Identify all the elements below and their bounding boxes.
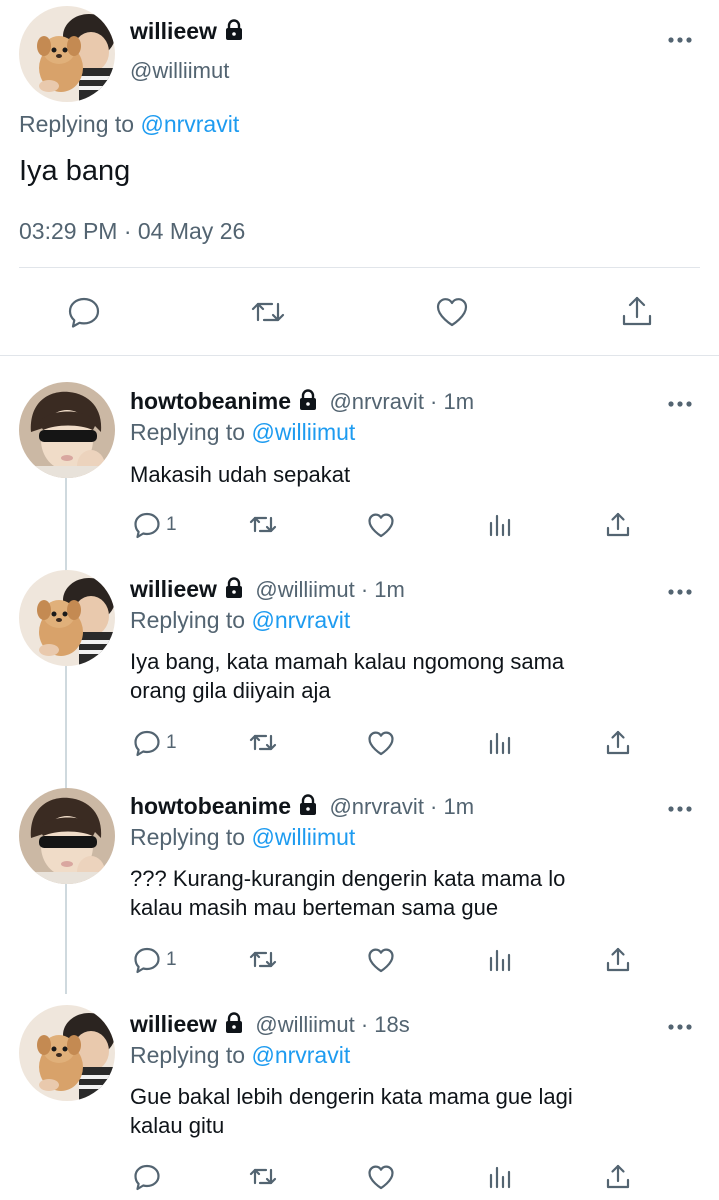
replying-handle-link[interactable]: @nrvravit (140, 111, 239, 137)
replying-to: Replying to @williimut (130, 419, 355, 446)
reply-text: ??? Kurang-kurangin dengerin kata mama l… (130, 864, 565, 922)
replying-label: Replying to (19, 111, 135, 137)
display-name[interactable]: howtobeanime (130, 793, 291, 819)
avatar-willieew[interactable] (19, 6, 115, 102)
retweet-icon[interactable] (248, 1162, 278, 1197)
like-icon[interactable] (366, 510, 396, 545)
reply-text-line: kalau masih mau berteman sama gue (130, 895, 499, 920)
more-icon[interactable] (668, 801, 692, 819)
replying-handle-link[interactable]: @nrvravit (251, 1042, 350, 1068)
retweet-icon[interactable] (248, 945, 278, 980)
reply-header: willieew @williimut · 1m (130, 576, 405, 604)
handle-time[interactable]: @nrvravit · 1m (329, 389, 474, 414)
divider (19, 267, 700, 268)
more-icon[interactable] (668, 1019, 692, 1037)
like-icon[interactable] (366, 1162, 396, 1197)
reply-count: 1 (166, 949, 177, 970)
handle[interactable]: @williimut (130, 58, 229, 84)
reply-text-line: ??? Kurang-kurangin dengerin kata mama l… (130, 866, 566, 891)
views-icon[interactable] (485, 1162, 515, 1197)
avatar-willieew[interactable] (19, 1005, 115, 1101)
display-name-text[interactable]: willieew (130, 18, 217, 44)
tweet-text: Iya bang (19, 155, 131, 187)
retweet-icon[interactable] (248, 728, 278, 763)
reply-header: willieew @williimut · 18s (130, 1011, 410, 1039)
lock-icon (297, 794, 319, 821)
replying-label: Replying to (130, 419, 246, 445)
share-icon[interactable] (603, 1162, 633, 1197)
views-icon[interactable] (485, 728, 515, 763)
reply-icon[interactable] (132, 945, 162, 980)
replying-to: Replying to @nrvravit (130, 607, 350, 634)
avatar-willieew[interactable] (19, 570, 115, 666)
share-icon[interactable] (603, 945, 633, 980)
replying-handle-link[interactable]: @williimut (251, 824, 355, 850)
share-icon[interactable] (603, 510, 633, 545)
reply-text-line: Iya bang, kata mamah kalau ngomong sama (130, 649, 565, 674)
retweet-icon[interactable] (248, 510, 278, 545)
replying-to: Replying to @nrvravit (130, 1042, 350, 1069)
reply-icon[interactable] (132, 728, 162, 763)
reply-header: howtobeanime @nrvravit · 1m (130, 388, 474, 416)
replying-handle-link[interactable]: @nrvravit (251, 607, 350, 633)
like-icon[interactable] (366, 945, 396, 980)
reply-text: Gue bakal lebih dengerin kata mama gue l… (130, 1082, 573, 1140)
reply-count: 1 (166, 514, 177, 535)
views-icon[interactable] (485, 945, 515, 980)
like-icon[interactable] (434, 294, 470, 335)
replying-to: Replying to @williimut (130, 824, 355, 851)
reply-text-line: Gue bakal lebih dengerin kata mama gue l… (130, 1084, 573, 1109)
reply-text: Makasih udah sepakat (130, 460, 350, 489)
replying-label: Replying to (130, 607, 246, 633)
reply-text-line: orang gila diiyain aja (130, 678, 331, 703)
share-icon[interactable] (603, 728, 633, 763)
lock-icon (297, 389, 319, 416)
like-icon[interactable] (366, 728, 396, 763)
views-icon[interactable] (485, 510, 515, 545)
more-icon[interactable] (668, 584, 692, 602)
lock-icon (223, 19, 245, 47)
avatar-howtobeanime[interactable] (19, 382, 115, 478)
reply-icon[interactable] (66, 294, 102, 335)
reply-count: 1 (166, 732, 177, 753)
handle-time[interactable]: @williimut · 18s (255, 1012, 409, 1037)
handle-time[interactable]: @nrvravit · 1m (329, 794, 474, 819)
replying-label: Replying to (130, 824, 246, 850)
replying-to: Replying to @nrvravit (19, 111, 239, 138)
lock-icon (223, 577, 245, 604)
divider (0, 355, 719, 356)
replying-handle-link[interactable]: @williimut (251, 419, 355, 445)
reply-icon[interactable] (132, 1162, 162, 1197)
tweet-timestamp[interactable]: 03:29 PM · 04 May 26 (19, 218, 245, 245)
reply-text-line: kalau gitu (130, 1113, 225, 1138)
reply-text-line: Makasih udah sepakat (130, 462, 351, 487)
display-name[interactable]: willieew (130, 1011, 217, 1037)
retweet-icon[interactable] (249, 294, 287, 335)
lock-icon (223, 1012, 245, 1039)
display-name[interactable]: willieew (130, 18, 245, 47)
more-icon[interactable] (668, 32, 692, 50)
reply-icon[interactable] (132, 510, 162, 545)
share-icon[interactable] (619, 294, 655, 335)
reply-text: Iya bang, kata mamah kalau ngomong sama … (130, 647, 564, 705)
display-name[interactable]: howtobeanime (130, 388, 291, 414)
replying-label: Replying to (130, 1042, 246, 1068)
reply-header: howtobeanime @nrvravit · 1m (130, 793, 474, 821)
thread-line (65, 478, 67, 994)
handle-time[interactable]: @williimut · 1m (255, 577, 404, 602)
avatar-howtobeanime[interactable] (19, 788, 115, 884)
more-icon[interactable] (668, 396, 692, 414)
display-name[interactable]: willieew (130, 576, 217, 602)
